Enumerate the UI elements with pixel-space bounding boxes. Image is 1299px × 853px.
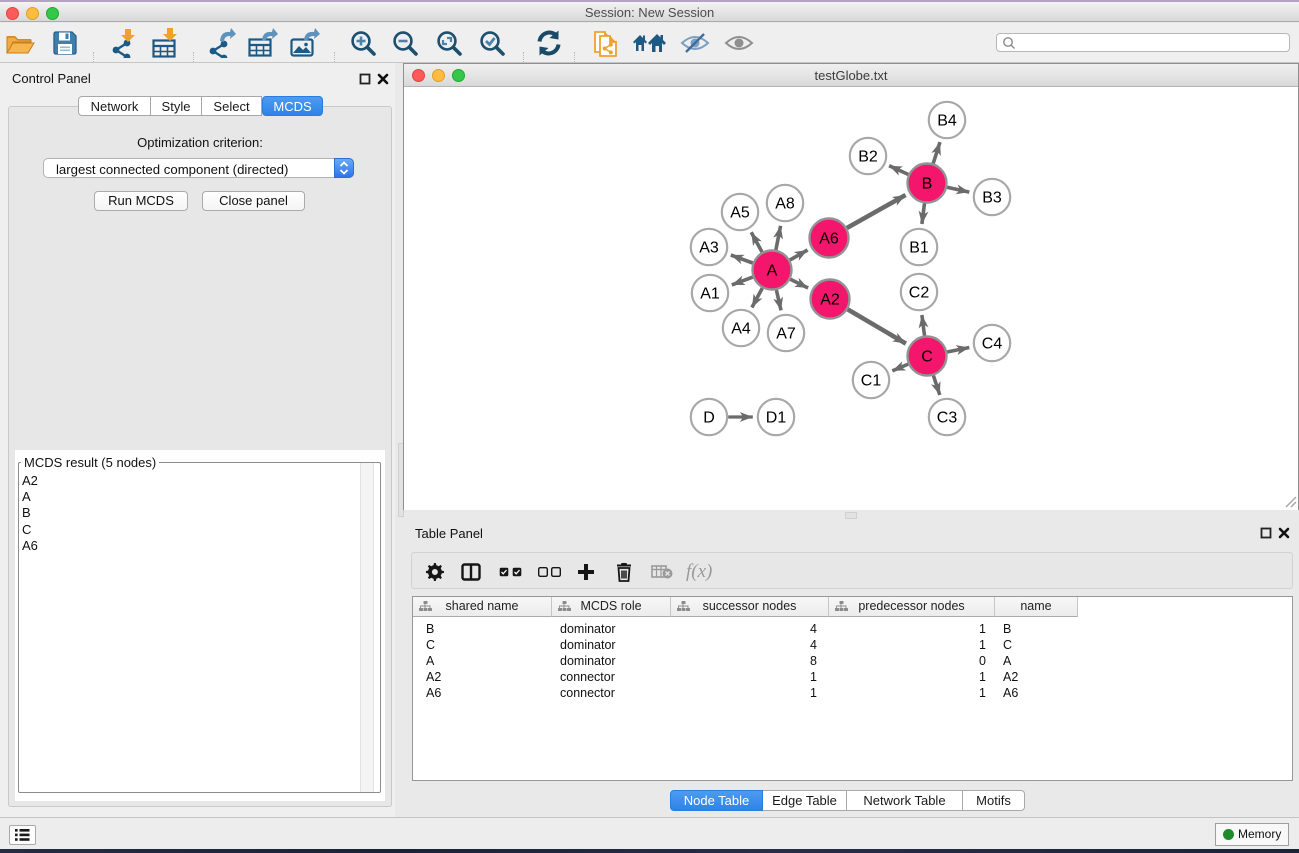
svg-text:C3: C3 xyxy=(937,410,958,427)
svg-text:B: B xyxy=(922,176,933,193)
svg-text:B3: B3 xyxy=(982,190,1002,207)
svg-text:B4: B4 xyxy=(937,113,957,130)
svg-text:A: A xyxy=(767,263,778,280)
svg-text:A4: A4 xyxy=(731,321,751,338)
svg-text:A8: A8 xyxy=(775,196,795,213)
svg-text:C4: C4 xyxy=(982,336,1003,353)
svg-text:A7: A7 xyxy=(776,326,796,343)
svg-text:D1: D1 xyxy=(766,410,787,427)
svg-text:C: C xyxy=(921,349,933,366)
svg-text:A2: A2 xyxy=(820,292,840,309)
svg-text:A1: A1 xyxy=(700,286,720,303)
svg-text:A3: A3 xyxy=(699,240,719,257)
svg-text:A5: A5 xyxy=(730,205,750,222)
svg-text:B1: B1 xyxy=(909,240,929,257)
svg-text:A6: A6 xyxy=(819,231,839,248)
svg-text:C1: C1 xyxy=(861,373,882,390)
svg-text:C2: C2 xyxy=(909,285,930,302)
svg-text:B2: B2 xyxy=(858,149,878,166)
svg-text:D: D xyxy=(703,410,715,427)
